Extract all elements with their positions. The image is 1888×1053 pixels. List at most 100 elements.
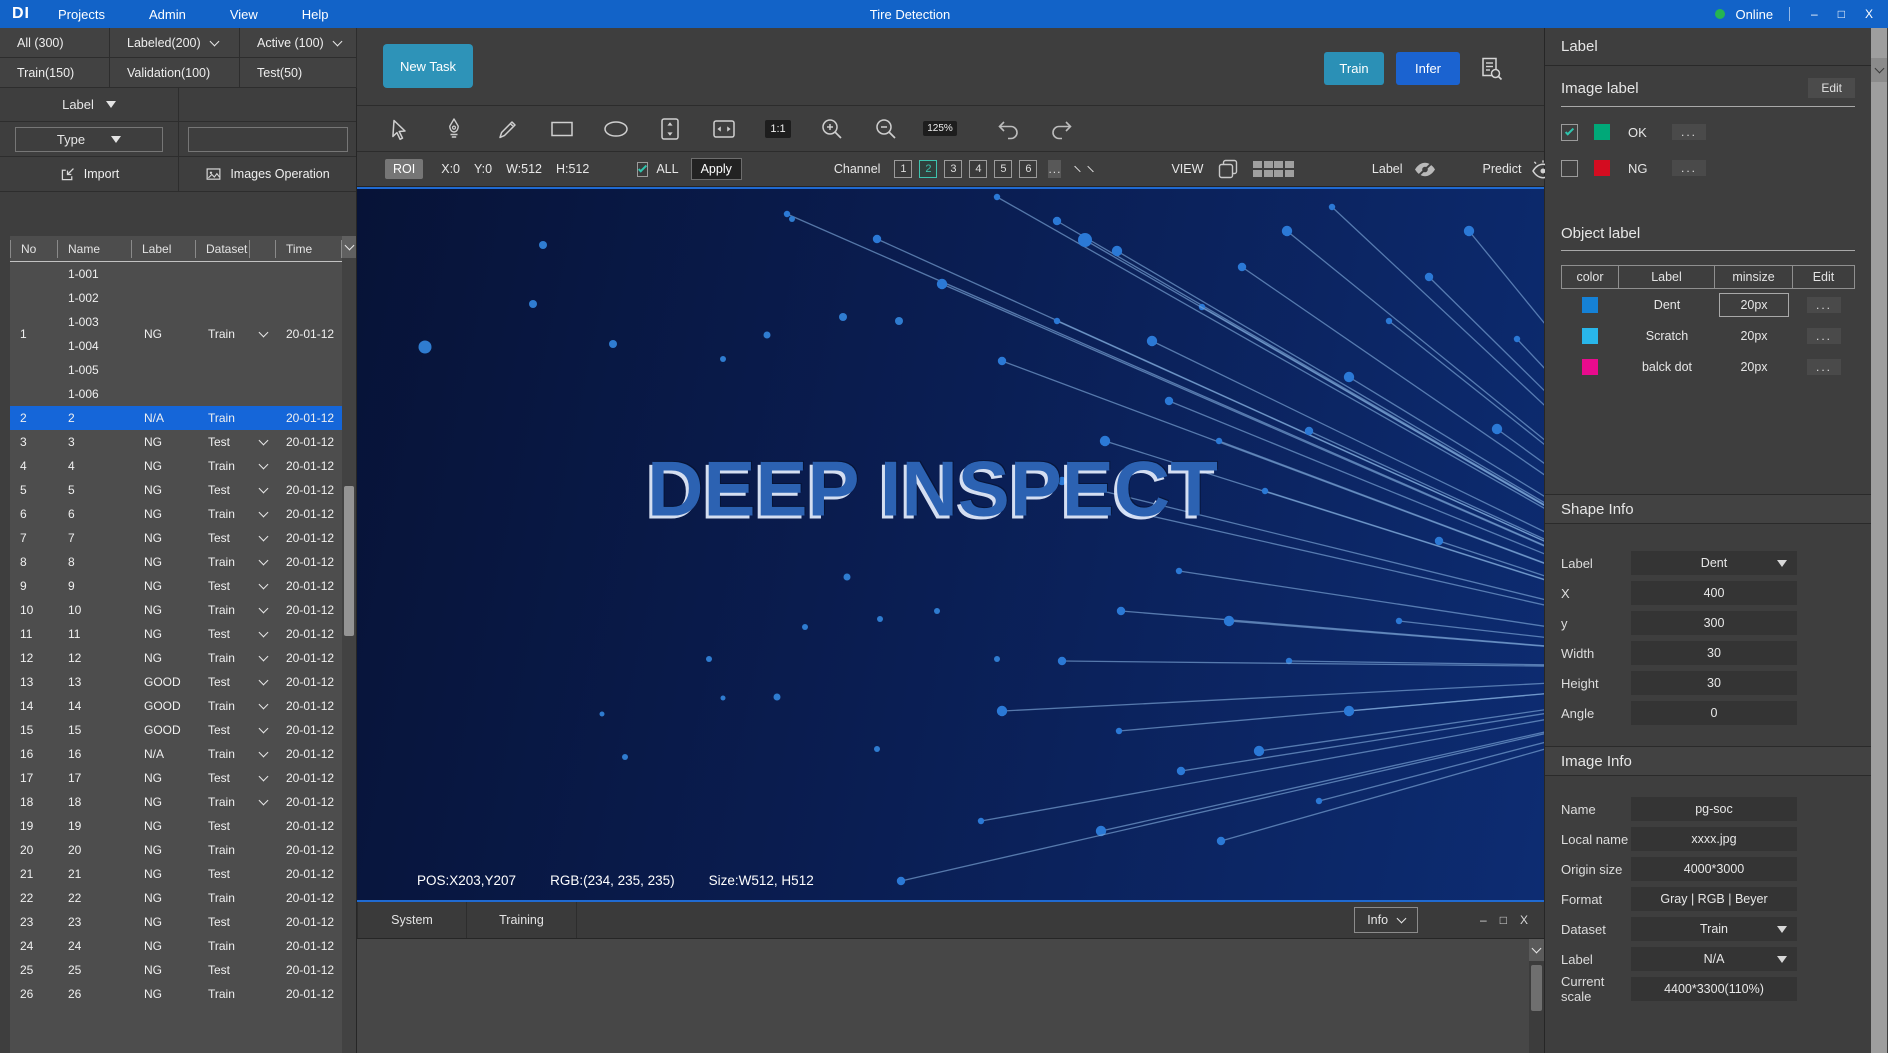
report-search-icon[interactable] (1480, 56, 1504, 82)
table-row[interactable]: 22 22 NG Train 20-01-12 (10, 886, 342, 910)
cell-chevron[interactable] (250, 795, 276, 806)
cell-chevron[interactable] (250, 435, 276, 446)
group-image-name[interactable]: 1-003 (68, 310, 99, 334)
undo-button[interactable] (981, 118, 1035, 140)
table-row[interactable]: 18 18 NG Train 20-01-12 (10, 790, 342, 814)
table-row[interactable]: 26 26 NG Train 20-01-12 (10, 982, 342, 1006)
channel-button-3[interactable]: 3 (944, 160, 963, 178)
eye-off-icon[interactable] (1413, 161, 1437, 178)
field-select[interactable]: N/A (1631, 947, 1797, 971)
pen-tool[interactable] (427, 117, 481, 141)
scrollbar-thumb[interactable] (344, 486, 354, 636)
cell-chevron[interactable] (250, 699, 276, 710)
redo-button[interactable] (1035, 118, 1089, 140)
table-row[interactable]: 19 19 NG Test 20-01-12 (10, 814, 342, 838)
table-row[interactable]: 8 8 NG Train 20-01-12 (10, 550, 342, 574)
filter-train-150-[interactable]: Train(150) (0, 58, 110, 88)
table-row[interactable]: 14 14 GOOD Train 20-01-12 (10, 694, 342, 718)
table-row[interactable]: 24 24 NG Train 20-01-12 (10, 934, 342, 958)
import-button[interactable]: Import (0, 157, 178, 191)
table-row[interactable]: 7 7 NG Test 20-01-12 (10, 526, 342, 550)
new-task-button[interactable]: New Task (383, 44, 473, 88)
object-label-row-dent[interactable]: Dent 20px... (1561, 289, 1855, 320)
table-row[interactable]: 16 16 N/A Train 20-01-12 (10, 742, 342, 766)
images-operation-button[interactable]: Images Operation (178, 157, 356, 191)
cell-chevron[interactable] (250, 771, 276, 782)
channel-button-4[interactable]: 4 (969, 160, 988, 178)
type-dropdown[interactable]: Type (15, 126, 163, 152)
field-input[interactable]: 4400*3300(110%) (1631, 977, 1797, 1001)
console-close-button[interactable]: X (1520, 913, 1528, 927)
field-select[interactable]: Train (1631, 917, 1797, 941)
field-input[interactable]: 30 (1631, 671, 1797, 695)
table-row[interactable]: 15 15 GOOD Test 20-01-12 (10, 718, 342, 742)
table-row[interactable]: 2 2 N/A Train 20-01-12 (10, 406, 342, 430)
channel-prev-icon[interactable] (1074, 165, 1082, 173)
table-scrollbar[interactable] (342, 236, 356, 1053)
image-viewer[interactable]: DEEP INSPECT POS:X203,Y207 RGB:(234, 235… (357, 187, 1544, 900)
field-input[interactable]: 4000*3000 (1631, 857, 1797, 881)
pencil-tool[interactable] (481, 117, 535, 141)
table-row[interactable]: 5 5 NG Test 20-01-12 (10, 478, 342, 502)
cell-chevron[interactable] (250, 483, 276, 494)
scroll-chevron-box[interactable] (342, 236, 356, 258)
group-image-name[interactable]: 1-004 (68, 334, 99, 358)
table-row[interactable]: 17 17 NG Test 20-01-12 (10, 766, 342, 790)
cell-chevron[interactable] (250, 327, 276, 338)
menu-help[interactable]: Help (302, 7, 329, 22)
cell-chevron[interactable] (250, 627, 276, 638)
field-input[interactable]: 30 (1631, 641, 1797, 665)
scroll-chevron-box[interactable] (1871, 58, 1887, 82)
single-view-icon[interactable] (1217, 158, 1239, 180)
filter-labeled-200-[interactable]: Labeled(200) (110, 28, 240, 58)
channel-button-1[interactable]: 1 (894, 160, 913, 178)
more-options-button[interactable]: ... (1806, 296, 1841, 313)
menu-admin[interactable]: Admin (149, 7, 186, 22)
table-group-row[interactable]: 1 1-001 1-002 1-003 1-004 1-005 1-006 NG Train 20… (10, 262, 342, 406)
zoom-in-tool[interactable] (805, 116, 859, 142)
channel-button-5[interactable]: 5 (994, 160, 1013, 178)
label-filter-dropdown[interactable]: Label (0, 88, 178, 121)
channel-more-button[interactable]: ... (1048, 160, 1062, 178)
image-label-checkbox[interactable] (1561, 159, 1578, 177)
more-options-button[interactable]: ... (1806, 327, 1841, 344)
filter-test-50-[interactable]: Test(50) (240, 58, 357, 88)
apply-button[interactable]: Apply (690, 158, 742, 180)
cell-chevron[interactable] (250, 579, 276, 590)
more-options-button[interactable]: ... (1806, 358, 1841, 375)
table-row[interactable]: 21 21 NG Test 20-01-12 (10, 862, 342, 886)
filter-all-300-[interactable]: All (300) (0, 28, 110, 58)
cell-chevron[interactable] (250, 555, 276, 566)
object-label-row-scratch[interactable]: Scratch 20px... (1561, 320, 1855, 351)
field-select[interactable]: Dent (1631, 551, 1797, 575)
train-button[interactable]: Train (1324, 52, 1384, 85)
grid-view-icon[interactable] (1253, 161, 1294, 177)
cell-chevron[interactable] (250, 675, 276, 686)
cell-chevron[interactable] (250, 459, 276, 470)
cell-chevron[interactable] (250, 603, 276, 614)
group-image-name[interactable]: 1-002 (68, 286, 99, 310)
more-options-button[interactable]: ... (1672, 124, 1707, 140)
minsize-input[interactable]: 20px (1719, 324, 1789, 348)
console-minimize-button[interactable]: – (1480, 913, 1487, 927)
table-row[interactable]: 4 4 NG Train 20-01-12 (10, 454, 342, 478)
table-row[interactable]: 23 23 NG Test 20-01-12 (10, 910, 342, 934)
table-row[interactable]: 25 25 NG Test 20-01-12 (10, 958, 342, 982)
console-maximize-button[interactable]: □ (1500, 913, 1507, 927)
cell-chevron[interactable] (250, 723, 276, 734)
cell-chevron[interactable] (250, 651, 276, 662)
console-scrollbar[interactable] (1529, 939, 1544, 1053)
table-row[interactable]: 6 6 NG Train 20-01-12 (10, 502, 342, 526)
select-cursor-tool[interactable] (373, 117, 427, 141)
table-row[interactable]: 10 10 NG Train 20-01-12 (10, 598, 342, 622)
maximize-button[interactable]: □ (1833, 7, 1850, 21)
one-to-one-zoom-button[interactable]: 1:1 (751, 119, 805, 138)
cell-chevron[interactable] (250, 747, 276, 758)
right-panel-scrollbar[interactable] (1871, 28, 1887, 1053)
group-image-name[interactable]: 1-005 (68, 358, 99, 382)
minsize-input[interactable]: 20px (1719, 292, 1789, 317)
zoom-out-tool[interactable] (859, 116, 913, 142)
scrollbar-thumb[interactable] (1531, 965, 1542, 1011)
fit-horizontal-tool[interactable] (697, 117, 751, 141)
rectangle-tool[interactable] (535, 118, 589, 140)
